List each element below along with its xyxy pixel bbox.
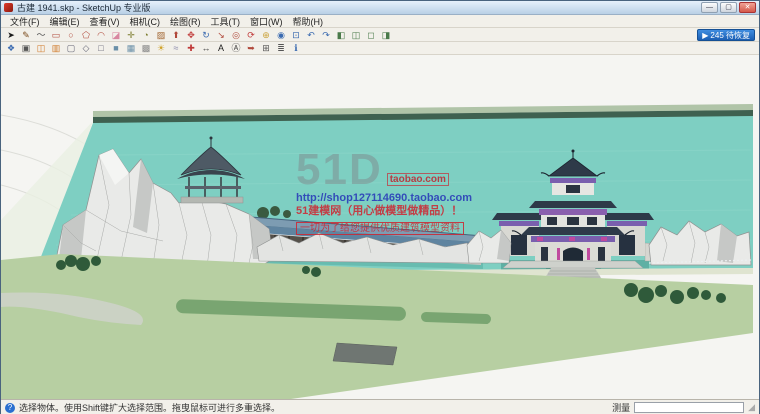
xray-style-icon[interactable]: ▢ xyxy=(64,42,78,54)
help-icon[interactable]: ? xyxy=(5,402,15,413)
wireframe-style-icon[interactable]: ◇ xyxy=(79,42,93,54)
pan-tool-icon[interactable]: ⊕ xyxy=(259,29,273,41)
rotate-tool-icon[interactable]: ↻ xyxy=(199,29,213,41)
menu-bar: 文件(F) 编辑(E) 查看(V) 相机(C) 绘图(R) 工具(T) 窗口(W) 帮助(H) xyxy=(1,15,759,28)
menu-item-0[interactable]: 文件(F) xyxy=(5,15,45,28)
close-button[interactable]: ✕ xyxy=(739,2,756,13)
polygon-tool-icon[interactable]: ⬠ xyxy=(79,29,93,41)
front-view-icon[interactable]: ◻ xyxy=(364,29,378,41)
menu-item-1[interactable]: 编辑(E) xyxy=(45,15,85,28)
scale-tool-icon[interactable]: ↘ xyxy=(214,29,228,41)
textured-style-icon[interactable]: ▦ xyxy=(124,42,138,54)
menu-item-3[interactable]: 相机(C) xyxy=(125,15,166,28)
rectangle-tool-icon[interactable]: ▭ xyxy=(49,29,63,41)
notification-icon: ▶ xyxy=(702,30,709,40)
orbit-tool-icon[interactable]: ⟳ xyxy=(244,29,258,41)
resize-grip[interactable]: ◢ xyxy=(748,402,755,413)
maximize-button[interactable]: ▢ xyxy=(720,2,737,13)
3d-text-tool-icon[interactable]: Ⓐ xyxy=(229,42,243,54)
menu-item-7[interactable]: 帮助(H) xyxy=(288,15,329,28)
text-tool-icon[interactable]: A xyxy=(214,42,228,54)
offset-tool-icon[interactable]: ◎ xyxy=(229,29,243,41)
fog-toggle-icon[interactable]: ≈ xyxy=(169,42,183,54)
tape-measure-tool-icon[interactable]: ✛ xyxy=(124,29,138,41)
menu-item-2[interactable]: 查看(V) xyxy=(85,15,125,28)
paint-bucket-tool-icon[interactable]: ▨ xyxy=(154,29,168,41)
line-tool-icon[interactable]: ✎ xyxy=(19,29,33,41)
layers-panel-icon[interactable]: ≣ xyxy=(274,42,288,54)
measure-input[interactable] xyxy=(634,402,745,413)
previous-view-icon[interactable]: ↶ xyxy=(304,29,318,41)
monochrome-style-icon[interactable]: ▩ xyxy=(139,42,153,54)
section-fill-icon[interactable]: ▥ xyxy=(49,42,63,54)
move-tool-icon[interactable]: ✥ xyxy=(184,29,198,41)
notification-text: 245 待恢复 xyxy=(710,30,750,40)
circle-tool-icon[interactable]: ○ xyxy=(64,29,78,41)
status-bar: ? 选择物体。使用Shift键扩大选择范围。拖曳鼠标可进行多重选择。 测量 ◢ xyxy=(1,399,759,414)
toolbar-row-2: ❖ ▣ ◫ ▥ ▢ ◇ □ ■ ▦ ▩ ☀ ≈ ✚ ↔ A Ⓐ ➥ ⊞ ≣ ℹ xyxy=(1,42,759,55)
model-info-icon[interactable]: ℹ xyxy=(289,42,303,54)
toolbar-row-1: ▶ 245 待恢复 ➤ ✎ 〜 ▭ ○ ⬠ ◠ ◪ ✛ ◔ ▨ ⬆ ✥ ↻ ↘ ◎ ⟳ ⊕ ◉ ⊡ ↶ ↷ ◧ ◫ ◻ ◨ xyxy=(1,28,759,42)
dimension-tool-icon[interactable]: ↔ xyxy=(199,42,213,54)
notification-badge[interactable]: ▶ 245 待恢复 xyxy=(697,29,755,41)
title-bar: 古建 1941.skp - SketchUp 专业版 — ▢ ✕ xyxy=(1,1,759,15)
protractor-tool-icon[interactable]: ◔ xyxy=(139,29,153,41)
shaded-style-icon[interactable]: ■ xyxy=(109,42,123,54)
select-tool-icon[interactable]: ➤ xyxy=(4,29,18,41)
menu-item-6[interactable]: 窗口(W) xyxy=(245,15,288,28)
shadows-toggle-icon[interactable]: ☀ xyxy=(154,42,168,54)
zoom-tool-icon[interactable]: ◉ xyxy=(274,29,288,41)
section-plane-icon[interactable]: ◫ xyxy=(34,42,48,54)
window-title: 古建 1941.skp - SketchUp 专业版 xyxy=(17,3,151,13)
status-hint: 选择物体。使用Shift键扩大选择范围。拖曳鼠标可进行多重选择。 xyxy=(19,403,281,413)
axes-tool-icon[interactable]: ✚ xyxy=(184,42,198,54)
make-group-icon[interactable]: ▣ xyxy=(19,42,33,54)
menu-item-4[interactable]: 绘图(R) xyxy=(165,15,206,28)
sketchup-window: 古建 1941.skp - SketchUp 专业版 — ▢ ✕ 文件(F) 编辑… xyxy=(0,0,760,414)
follow-me-tool-icon[interactable]: ➥ xyxy=(244,42,258,54)
top-view-icon[interactable]: ◫ xyxy=(349,29,363,41)
right-view-icon[interactable]: ◨ xyxy=(379,29,393,41)
eraser-tool-icon[interactable]: ◪ xyxy=(109,29,123,41)
push-pull-tool-icon[interactable]: ⬆ xyxy=(169,29,183,41)
app-icon xyxy=(4,3,13,12)
viewport-canvas[interactable] xyxy=(1,55,759,399)
viewport: 51D taobao.com http://shop127114690.taoba… xyxy=(1,55,759,399)
arc-tool-icon[interactable]: ◠ xyxy=(94,29,108,41)
freehand-tool-icon[interactable]: 〜 xyxy=(34,29,48,41)
hidden-line-style-icon[interactable]: □ xyxy=(94,42,108,54)
intersect-tool-icon[interactable]: ⊞ xyxy=(259,42,273,54)
minimize-button[interactable]: — xyxy=(701,2,718,13)
menu-item-5[interactable]: 工具(T) xyxy=(206,15,246,28)
make-component-icon[interactable]: ❖ xyxy=(4,42,18,54)
zoom-extents-tool-icon[interactable]: ⊡ xyxy=(289,29,303,41)
measure-label: 测量 xyxy=(612,403,631,413)
next-view-icon[interactable]: ↷ xyxy=(319,29,333,41)
stone-platform xyxy=(332,342,398,366)
iso-view-icon[interactable]: ◧ xyxy=(334,29,348,41)
